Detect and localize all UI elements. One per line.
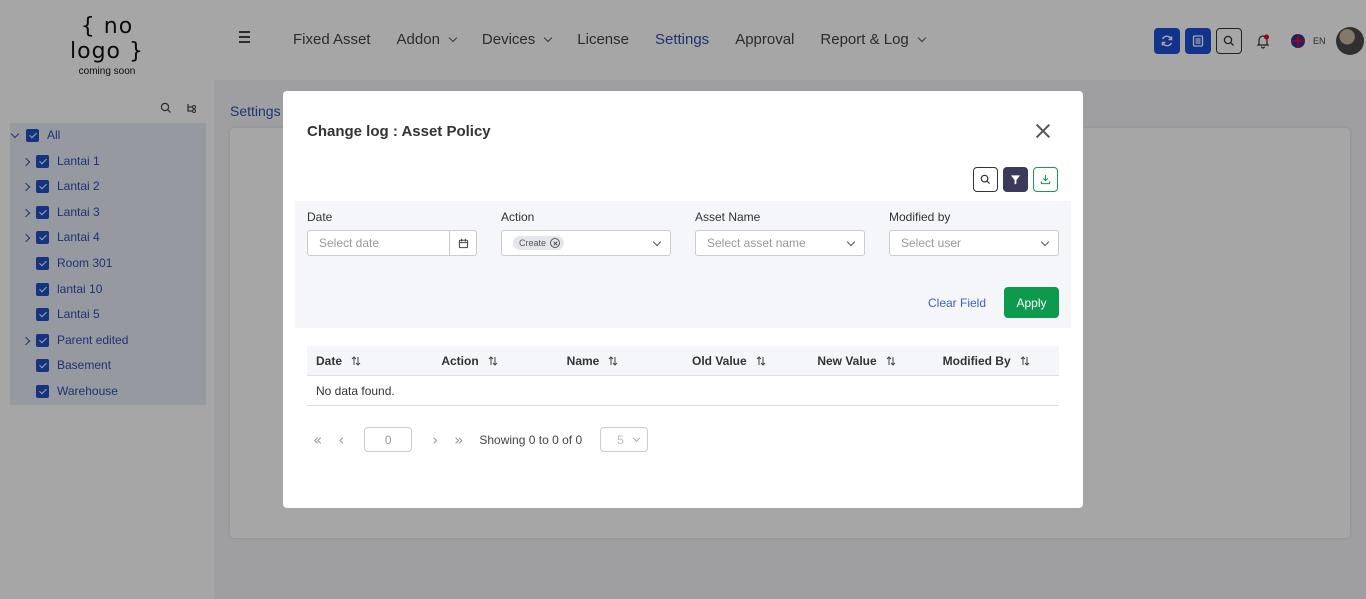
user-select[interactable]: Select user [889, 230, 1059, 256]
sort-icon[interactable] [351, 355, 361, 366]
modified-by-filter-label: Modified by [889, 210, 951, 224]
action-chip: Create [513, 236, 565, 250]
sort-icon[interactable] [1020, 355, 1030, 366]
sort-icon[interactable] [756, 355, 766, 366]
change-log-table: Date Action Name Old Value New Value Modified… [307, 346, 1059, 406]
column-header[interactable]: Date [307, 354, 432, 368]
page-size-value: 5 [617, 432, 624, 447]
pagination: « ‹ 0 › » Showing 0 to 0 of 0 5 [313, 427, 649, 452]
column-header[interactable]: Name [558, 354, 683, 368]
prev-page-icon[interactable]: ‹ [338, 431, 344, 449]
chevron-down-icon [1040, 237, 1050, 247]
page-size-select[interactable]: 5 [600, 427, 649, 452]
chip-remove-icon[interactable] [550, 238, 561, 248]
chevron-down-icon [846, 237, 856, 247]
action-filter: Action Create [501, 210, 671, 256]
sort-icon[interactable] [488, 355, 498, 366]
first-page-icon[interactable]: « [313, 431, 322, 449]
search-button[interactable] [973, 167, 998, 192]
sort-icon[interactable] [608, 355, 618, 366]
column-header-label: Name [566, 353, 600, 368]
chevron-down-icon [652, 237, 662, 247]
column-header-label: Old Value [691, 353, 747, 368]
modal-toolbar [973, 167, 1058, 192]
user-placeholder: Select user [901, 236, 962, 250]
showing-text: Showing 0 to 0 of 0 [479, 432, 583, 447]
action-chip-label: Create [519, 238, 547, 248]
action-filter-label: Action [501, 210, 535, 224]
search-icon [980, 174, 991, 185]
column-header-label: New Value [817, 353, 877, 368]
asset-placeholder: Select asset name [707, 236, 806, 250]
change-log-modal: Change log : Asset Policy Date Select da… [283, 91, 1083, 508]
column-header[interactable]: Action [432, 354, 557, 368]
sort-icon[interactable] [886, 355, 896, 366]
column-header[interactable]: New Value [808, 354, 933, 368]
date-input[interactable]: Select date [307, 230, 477, 256]
action-select[interactable]: Create [501, 230, 671, 256]
column-header-label: Date [316, 353, 343, 368]
modal-title: Change log : Asset Policy [307, 123, 491, 140]
date-filter-label: Date [307, 210, 333, 224]
next-page-icon[interactable]: › [432, 431, 438, 449]
column-header[interactable]: Old Value [683, 354, 808, 368]
filter-panel: Date Select date Action Create Asset Nam… [295, 201, 1071, 328]
apply-button[interactable]: Apply [1004, 287, 1059, 318]
column-header-label: Modified By [942, 353, 1011, 368]
column-header-label: Action [441, 353, 479, 368]
close-icon[interactable] [1034, 122, 1052, 140]
filter-button[interactable] [1003, 167, 1028, 192]
calendar-icon[interactable] [449, 230, 477, 256]
asset-select[interactable]: Select asset name [695, 230, 865, 256]
filter-icon [1010, 175, 1021, 185]
last-page-icon[interactable]: » [454, 431, 463, 449]
asset-filter: Asset Name Select asset name [695, 210, 865, 256]
chevron-down-icon [633, 434, 641, 443]
page-input[interactable]: 0 [364, 427, 413, 452]
column-header[interactable]: Modified By [934, 354, 1059, 368]
clear-field-link[interactable]: Clear Field [928, 296, 986, 310]
download-icon [1040, 174, 1051, 185]
date-placeholder: Select date [319, 236, 380, 250]
modified-by-filter: Modified by Select user [889, 210, 1059, 256]
asset-filter-label: Asset Name [695, 210, 761, 224]
date-filter: Date Select date [307, 210, 477, 256]
download-button[interactable] [1033, 167, 1058, 192]
table-header: Date Action Name Old Value New Value Modified… [307, 346, 1059, 376]
empty-state: No data found. [307, 376, 1059, 406]
